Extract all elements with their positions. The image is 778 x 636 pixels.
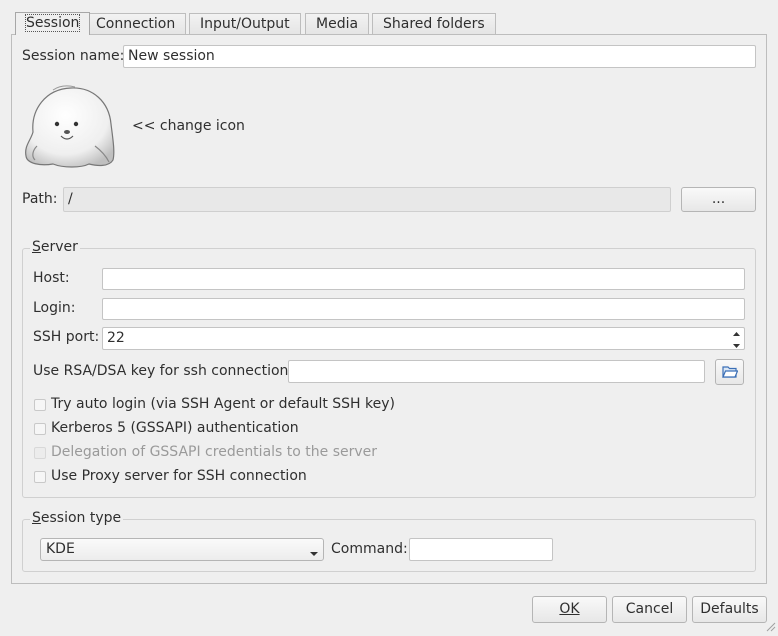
tab-media[interactable]: Media — [305, 13, 370, 35]
host-input[interactable] — [102, 268, 745, 290]
kerberos-checkbox[interactable] — [34, 423, 46, 435]
login-label: Login: — [33, 300, 76, 316]
kerberos-label: Kerberos 5 (GSSAPI) authentication — [51, 420, 299, 436]
login-input[interactable] — [102, 298, 745, 320]
tab-label: Input/Output — [200, 16, 290, 32]
ssh-port-value: 22 — [107, 330, 125, 346]
session-type-value: KDE — [46, 541, 75, 557]
change-icon-label: << change icon — [132, 118, 245, 134]
chevron-down-icon — [309, 545, 319, 556]
ok-label: OK — [559, 601, 580, 617]
proxy-label: Use Proxy server for SSH connection — [51, 468, 307, 484]
tab-connection[interactable]: Connection — [85, 13, 187, 35]
tab-label: Session — [24, 14, 81, 32]
seal-icon[interactable] — [23, 84, 119, 170]
tab-shared-folders[interactable]: Shared folders — [372, 13, 496, 35]
ok-button[interactable]: OK — [532, 596, 607, 623]
rsa-key-input[interactable] — [288, 360, 705, 383]
command-input[interactable] — [409, 538, 553, 561]
session-type-select[interactable]: KDE — [40, 538, 324, 561]
server-title-rest: erver — [40, 239, 78, 255]
host-label: Host: — [33, 270, 70, 286]
session-name-label: Session name: — [22, 48, 125, 64]
path-field: / — [63, 187, 671, 212]
defaults-button[interactable]: Defaults — [692, 596, 767, 623]
resize-grip-icon[interactable] — [764, 620, 776, 632]
ssh-port-spinbox[interactable]: 22 — [102, 327, 745, 350]
session-type-title-rest: ession type — [40, 510, 122, 526]
auto-login-checkbox[interactable] — [34, 399, 46, 411]
tab-session[interactable]: Session — [15, 12, 91, 35]
path-label: Path: — [22, 191, 58, 207]
command-label: Command: — [331, 541, 408, 557]
auto-login-label: Try auto login (via SSH Agent or default… — [51, 396, 396, 412]
defaults-label: Defaults — [700, 601, 759, 617]
spin-down-icon[interactable] — [729, 339, 744, 350]
browse-path-button[interactable]: ... — [681, 187, 756, 212]
delegation-checkbox — [34, 447, 46, 459]
tab-input-output[interactable]: Input/Output — [189, 13, 301, 35]
delegation-label: Delegation of GSSAPI credentials to the … — [51, 444, 378, 460]
tab-label: Connection — [96, 16, 176, 32]
rsa-key-label: Use RSA/DSA key for ssh connection: — [33, 363, 294, 379]
ssh-port-label: SSH port: — [33, 329, 100, 345]
tab-label: Shared folders — [383, 16, 485, 32]
folder-open-icon — [722, 365, 739, 379]
browse-key-button[interactable] — [715, 359, 744, 385]
spin-up-icon[interactable] — [729, 328, 744, 339]
session-name-input[interactable]: New session — [123, 45, 756, 68]
tab-label: Media — [316, 16, 359, 32]
cancel-label: Cancel — [625, 601, 674, 617]
cancel-button[interactable]: Cancel — [612, 596, 687, 623]
server-group-title: Server — [30, 239, 80, 255]
session-type-title: Session type — [30, 510, 124, 526]
proxy-checkbox[interactable] — [34, 471, 46, 483]
